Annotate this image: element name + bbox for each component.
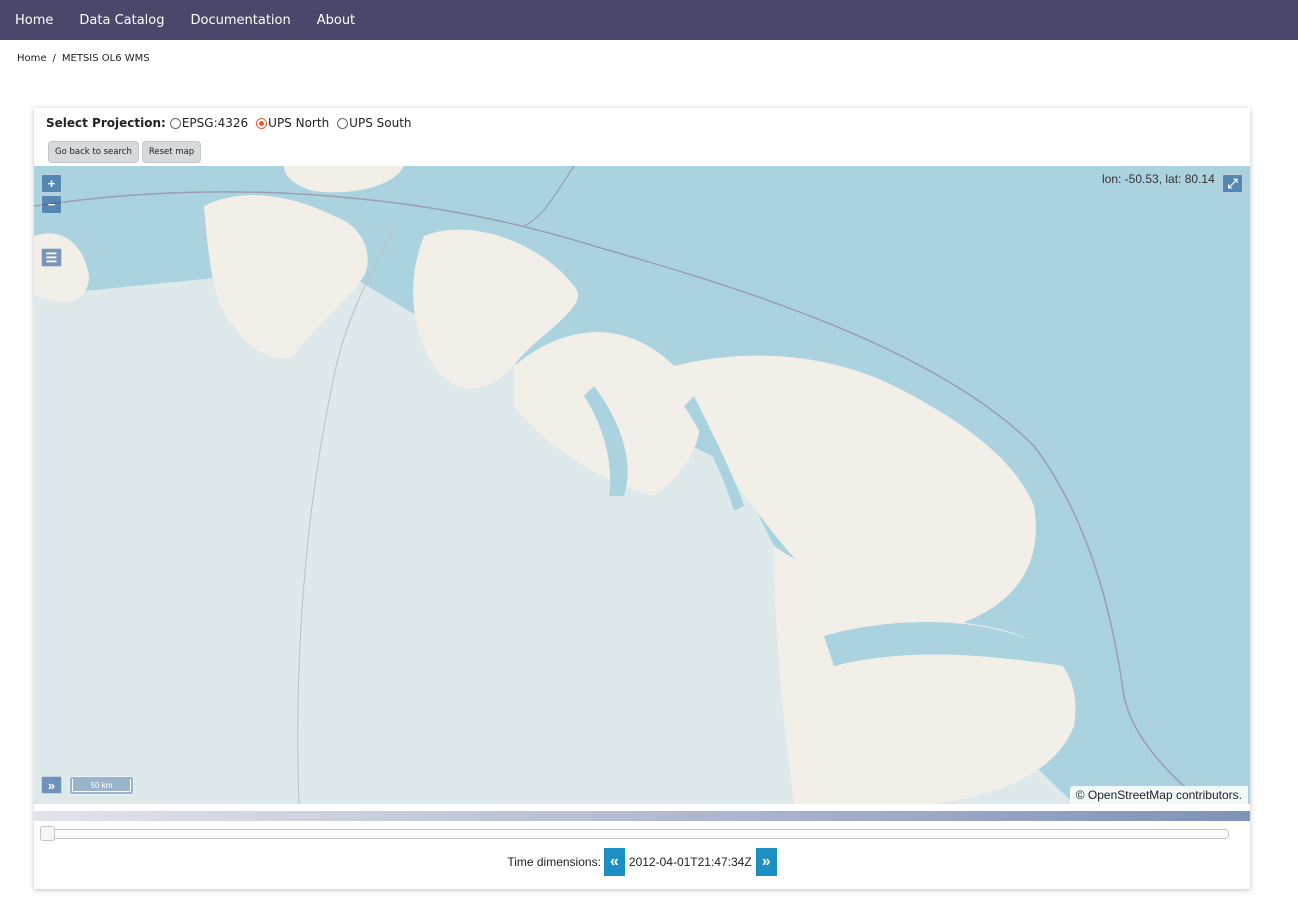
zoom-out-button[interactable]: −	[41, 195, 62, 214]
mouse-coordinates: lon: -50.53, lat: 80.14	[1102, 172, 1215, 186]
top-navbar: Home Data Catalog Documentation About	[0, 0, 1298, 40]
breadcrumb: Home / METSIS OL6 WMS	[17, 53, 150, 64]
breadcrumb-separator: /	[52, 53, 56, 64]
nav-documentation[interactable]: Documentation	[191, 13, 291, 28]
overview-expand-icon[interactable]: »	[41, 776, 62, 794]
projection-radio-epsg4326[interactable]	[169, 117, 181, 129]
zoom-control: + −	[41, 174, 62, 214]
nav-home[interactable]: Home	[15, 13, 53, 28]
projection-selector: Select Projection: EPSG:4326 UPS North U…	[46, 116, 420, 130]
time-slider-track[interactable]	[40, 829, 1229, 839]
projection-radio-ups-north[interactable]	[256, 117, 268, 129]
reset-map-button[interactable]: Reset map	[141, 141, 202, 163]
scale-label: 50 km	[72, 779, 131, 792]
time-prev-icon[interactable]: «	[603, 848, 625, 876]
projection-radio-ups-south[interactable]	[337, 117, 349, 129]
time-value: 2012-04-01T21:47:34Z	[628, 855, 752, 869]
time-next-icon[interactable]: »	[755, 848, 777, 876]
zoom-in-button[interactable]: +	[41, 174, 62, 193]
time-label: Time dimensions:	[507, 855, 601, 869]
projection-option-ups-south[interactable]: UPS South	[349, 116, 411, 130]
map-viewport[interactable]: lon: -50.53, lat: 80.14 + − ☰ ⤢ » 50 km …	[34, 166, 1250, 804]
fullscreen-icon[interactable]: ⤢	[1222, 174, 1243, 193]
layer-switcher-icon[interactable]: ☰	[41, 248, 62, 267]
go-back-button[interactable]: Go back to search	[48, 141, 139, 163]
map-action-buttons: Go back to search Reset map	[48, 141, 202, 163]
time-dimension-control: Time dimensions: « 2012-04-01T21:47:34Z …	[34, 848, 1250, 876]
breadcrumb-current: METSIS OL6 WMS	[61, 53, 150, 64]
map-card: Select Projection: EPSG:4326 UPS North U…	[34, 108, 1250, 889]
projection-option-epsg4326[interactable]: EPSG:4326	[182, 116, 248, 130]
projection-option-ups-north[interactable]: UPS North	[268, 116, 329, 130]
time-gradient-bar	[34, 811, 1250, 821]
nav-data-catalog[interactable]: Data Catalog	[79, 13, 164, 28]
map-tiles	[34, 166, 1250, 804]
map-attribution: © OpenStreetMap contributors.	[1069, 786, 1248, 804]
projection-label: Select Projection:	[46, 116, 166, 130]
breadcrumb-home[interactable]: Home	[17, 53, 47, 64]
nav-about[interactable]: About	[317, 13, 355, 28]
scale-line: 50 km	[69, 776, 134, 795]
time-slider-handle[interactable]	[40, 826, 55, 841]
